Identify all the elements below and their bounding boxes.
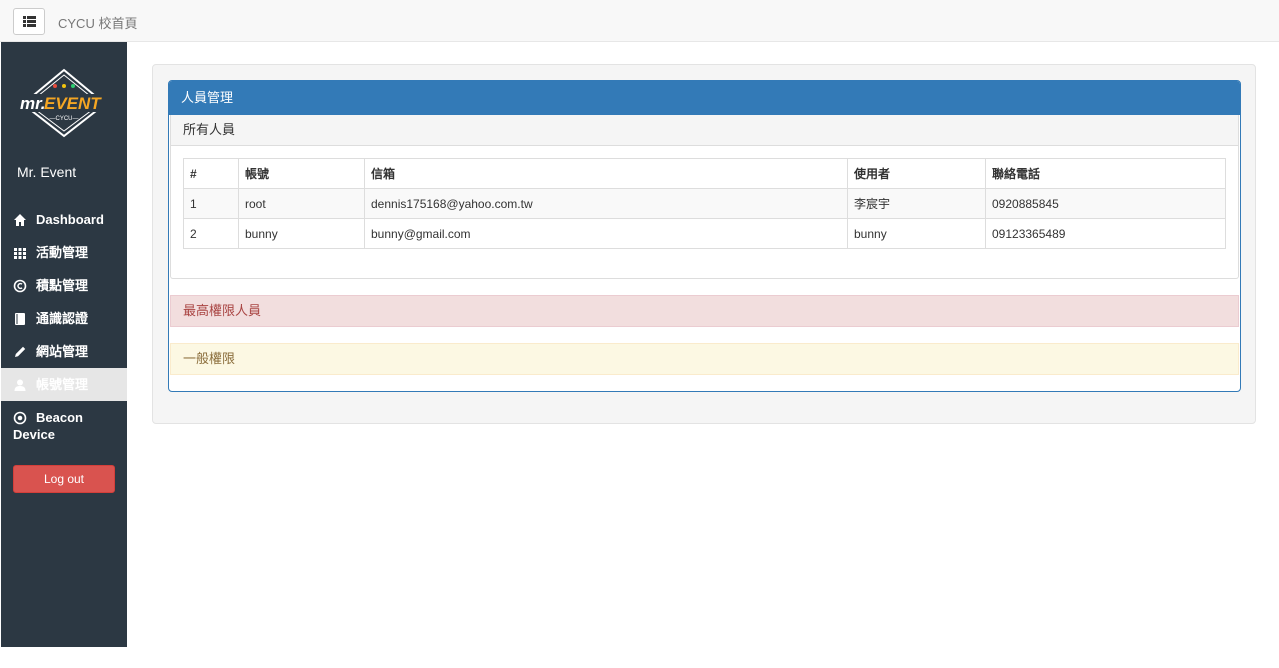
sidebar-item-label: 通識認證 xyxy=(36,311,89,326)
sidebar-item-dashboard[interactable]: Dashboard xyxy=(1,203,127,236)
cell-account: bunny xyxy=(238,218,365,249)
main-well: 人員管理 所有人員 # 帳號 信箱 使用者 聯絡電話 1 root dennis… xyxy=(152,64,1256,424)
book-icon xyxy=(15,313,25,325)
sidebar: mr. EVENT —CYCU— Mr. Event Dashboard 活動管… xyxy=(1,42,127,647)
svg-text:mr.: mr. xyxy=(20,94,46,113)
sidebar-item-account[interactable]: 帳號管理 xyxy=(1,368,127,401)
school-homepage-link[interactable]: CYCU 校首頁 xyxy=(58,13,137,32)
sidebar-item-label: 帳號管理 xyxy=(36,377,89,392)
copyright-icon xyxy=(13,279,27,293)
general-members-panel[interactable]: 一般權限 xyxy=(170,343,1239,375)
admin-members-panel[interactable]: 最高權限人員 xyxy=(170,295,1239,327)
sidebar-item-beacon-device[interactable]: Beacon Device xyxy=(1,401,127,447)
cell-email: bunny@gmail.com xyxy=(364,218,848,249)
sidebar-item-label: 網站管理 xyxy=(36,344,89,359)
top-navbar: CYCU 校首頁 xyxy=(0,0,1279,42)
cell-user: bunny xyxy=(847,218,986,249)
sidebar-nav: Dashboard 活動管理 積點管理 通識認證 網站管理 帳號管理 Beaco… xyxy=(1,203,127,447)
home-icon xyxy=(14,214,26,226)
column-header: 信箱 xyxy=(364,158,848,189)
member-management-panel: 人員管理 所有人員 # 帳號 信箱 使用者 聯絡電話 1 root dennis… xyxy=(168,80,1241,392)
mr-event-logo: mr. EVENT —CYCU— xyxy=(19,68,109,140)
svg-text:—CYCU—: —CYCU— xyxy=(49,116,78,122)
sidebar-item-general-education[interactable]: 通識認證 xyxy=(1,302,127,335)
svg-text:EVENT: EVENT xyxy=(44,94,102,113)
table-header-row: # 帳號 信箱 使用者 聯絡電話 xyxy=(183,158,1226,189)
cell-user: 李宸宇 xyxy=(847,188,986,219)
column-header: 使用者 xyxy=(847,158,986,189)
sidebar-item-label: 活動管理 xyxy=(36,245,89,260)
sidebar-item-label: 積點管理 xyxy=(36,278,89,293)
sidebar-item-website[interactable]: 網站管理 xyxy=(1,335,127,368)
members-table: # 帳號 信箱 使用者 聯絡電話 1 root dennis175168@yah… xyxy=(183,158,1226,249)
cell-phone: 0920885845 xyxy=(985,188,1226,219)
sidebar-item-label: Beacon Device xyxy=(13,410,83,442)
menu-toggle-button[interactable] xyxy=(13,8,45,35)
pencil-icon xyxy=(15,346,26,357)
list-icon xyxy=(22,16,36,27)
cell-phone: 09123365489 xyxy=(985,218,1226,249)
column-header: # xyxy=(183,158,239,189)
all-members-panel: 所有人員 # 帳號 信箱 使用者 聯絡電話 1 root dennis17516… xyxy=(170,115,1239,279)
table-row: 2 bunny bunny@gmail.com bunny 0912336548… xyxy=(183,218,1226,249)
logout-button[interactable]: Log out xyxy=(13,465,115,493)
cell-index: 2 xyxy=(183,218,239,249)
all-members-title: 所有人員 xyxy=(171,115,1238,146)
user-icon xyxy=(14,379,26,391)
panel-title: 人員管理 xyxy=(169,81,1240,115)
sidebar-item-points[interactable]: 積點管理 xyxy=(1,269,127,302)
grid-icon xyxy=(14,248,26,259)
column-header: 帳號 xyxy=(238,158,365,189)
column-header: 聯絡電話 xyxy=(985,158,1226,189)
table-row: 1 root dennis175168@yahoo.com.tw 李宸宇 092… xyxy=(183,188,1226,219)
sidebar-item-activity[interactable]: 活動管理 xyxy=(1,236,127,269)
sidebar-item-label: Dashboard xyxy=(36,212,104,227)
cell-index: 1 xyxy=(183,188,239,219)
brand-name: Mr. Event xyxy=(17,164,77,180)
record-icon xyxy=(13,411,27,425)
cell-account: root xyxy=(238,188,365,219)
cell-email: dennis175168@yahoo.com.tw xyxy=(364,188,848,219)
